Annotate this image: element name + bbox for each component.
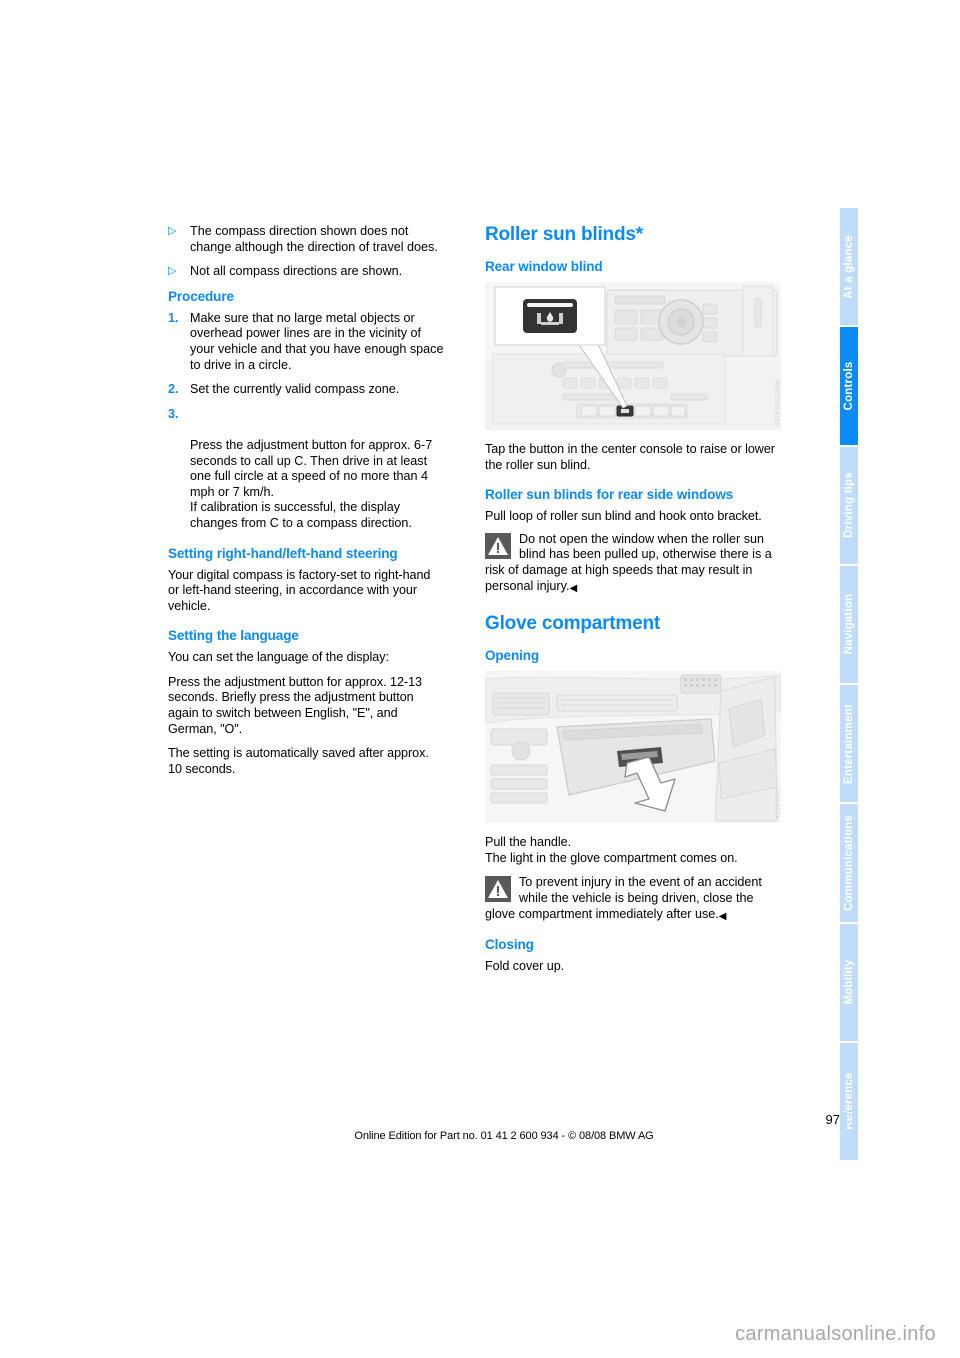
glove-paragraph-2: The light in the glove compartment comes… bbox=[485, 850, 738, 865]
figure-code: MOBB974 bbox=[773, 787, 779, 820]
heading-closing: Closing bbox=[485, 937, 534, 953]
sidebar-tab-driving-tips[interactable]: Driving tips bbox=[840, 446, 858, 566]
list-item-text: Not all compass directions are shown. bbox=[190, 264, 403, 279]
warning-triangle-icon bbox=[485, 876, 511, 903]
language-paragraph-1: You can set the language of the display: bbox=[168, 650, 389, 665]
step-number: 2. bbox=[168, 382, 179, 397]
warning-block-roller-blind: Do not open the window when the roller s… bbox=[485, 532, 781, 595]
rear-side-paragraph: Pull loop of roller sun blind and hook o… bbox=[485, 509, 762, 524]
manual-page: At a glance Controls Driving tips Naviga… bbox=[0, 0, 960, 1358]
warning-text: Do not open the window when the roller s… bbox=[485, 531, 772, 593]
site-watermark: carmanualsonline.info bbox=[735, 1323, 936, 1345]
heading-opening: Opening bbox=[485, 648, 540, 664]
figure-code: WPC93014150 bbox=[773, 379, 779, 426]
procedure-steps-list: 1. Make sure that no large metal objects… bbox=[168, 311, 444, 532]
sidebar-tab-communications[interactable]: Communications bbox=[840, 804, 858, 924]
end-of-warning-marker: ◀ bbox=[718, 910, 727, 922]
steering-paragraph: Your digital compass is factory-set to r… bbox=[168, 567, 431, 613]
list-item-text: The compass direction shown does not cha… bbox=[190, 224, 438, 254]
triangle-bullet-icon: ▷ bbox=[168, 225, 177, 237]
figure-glove-compartment: MOBB974 bbox=[485, 671, 781, 824]
page-number: 97 bbox=[825, 1112, 840, 1127]
compass-notes-list: ▷ The compass direction shown does not c… bbox=[168, 224, 444, 280]
triangle-bullet-icon: ▷ bbox=[168, 265, 177, 278]
sidebar-tab-at-a-glance[interactable]: At a glance bbox=[840, 208, 858, 328]
heading-roller-sun-blinds: Roller sun blinds* bbox=[485, 224, 643, 245]
sidebar-tab-label: Communications bbox=[843, 814, 855, 911]
list-item: 2. Set the currently valid compass zone. bbox=[168, 382, 444, 398]
heading-glove-compartment: Glove compartment bbox=[485, 613, 661, 635]
end-of-warning-marker: ◀ bbox=[569, 582, 578, 594]
warning-triangle-icon bbox=[485, 532, 511, 559]
heading-rear-window-blind: Rear window blind bbox=[485, 259, 603, 274]
sidebar-tab-controls[interactable]: Controls bbox=[840, 327, 858, 447]
edition-notice: Online Edition for Part no. 01 41 2 600 … bbox=[354, 1130, 654, 1142]
closing-paragraph: Fold cover up. bbox=[485, 959, 565, 974]
step-text: Set the currently valid compass zone. bbox=[190, 382, 400, 397]
sidebar-tab-label: Entertainment bbox=[843, 703, 855, 784]
sidebar-tab-label: Controls bbox=[843, 361, 855, 411]
left-text-column: ▷ The compass direction shown does not c… bbox=[168, 224, 444, 786]
figure-center-console: WPC93014150 bbox=[485, 282, 781, 430]
glove-paragraph-1: Pull the handle. bbox=[485, 835, 572, 850]
sidebar-tab-label: Driving tips bbox=[843, 472, 855, 538]
step-number: 1. bbox=[168, 310, 179, 325]
list-item: ▷ Not all compass directions are shown. bbox=[168, 264, 444, 280]
glove-compartment-illustration bbox=[485, 671, 781, 824]
step-text: Press the adjustment button for approx. … bbox=[190, 437, 433, 530]
section-tab-index: At a glance Controls Driving tips Naviga… bbox=[840, 208, 858, 1160]
sidebar-tab-label: At a glance bbox=[843, 234, 855, 299]
center-console-illustration bbox=[485, 282, 781, 430]
heading-setting-steering: Setting right-hand/left-hand steering bbox=[168, 545, 398, 561]
step-text: Make sure that no large metal objects or… bbox=[190, 310, 444, 372]
list-item: 1. Make sure that no large metal objects… bbox=[168, 311, 444, 373]
language-paragraph-2: Press the adjustment button for approx. … bbox=[168, 674, 422, 736]
heading-rear-side-windows: Roller sun blinds for rear side windows bbox=[485, 487, 734, 503]
sidebar-tab-label: Mobility bbox=[843, 959, 855, 1005]
sidebar-tab-entertainment[interactable]: Entertainment bbox=[840, 685, 858, 805]
sidebar-tab-navigation[interactable]: Navigation bbox=[840, 565, 858, 685]
footer-index-bar bbox=[840, 1112, 847, 1148]
right-text-column: Roller sun blinds* Rear window blind WPC… bbox=[485, 224, 781, 984]
sidebar-tab-label: Navigation bbox=[843, 593, 855, 655]
list-item: ▷ The compass direction shown does not c… bbox=[168, 224, 444, 255]
sidebar-tab-mobility[interactable]: Mobility bbox=[840, 923, 858, 1043]
list-item: 3. Press the adjustment button for appro… bbox=[168, 407, 444, 532]
rear-window-paragraph: Tap the button in the center console to … bbox=[485, 442, 775, 472]
language-paragraph-3: The setting is automatically saved after… bbox=[168, 746, 429, 776]
step-number: 3. bbox=[168, 406, 179, 421]
heading-setting-language: Setting the language bbox=[168, 628, 299, 644]
heading-procedure: Procedure bbox=[168, 288, 234, 304]
warning-block-glove-compartment: To prevent injury in the event of an acc… bbox=[485, 875, 781, 923]
